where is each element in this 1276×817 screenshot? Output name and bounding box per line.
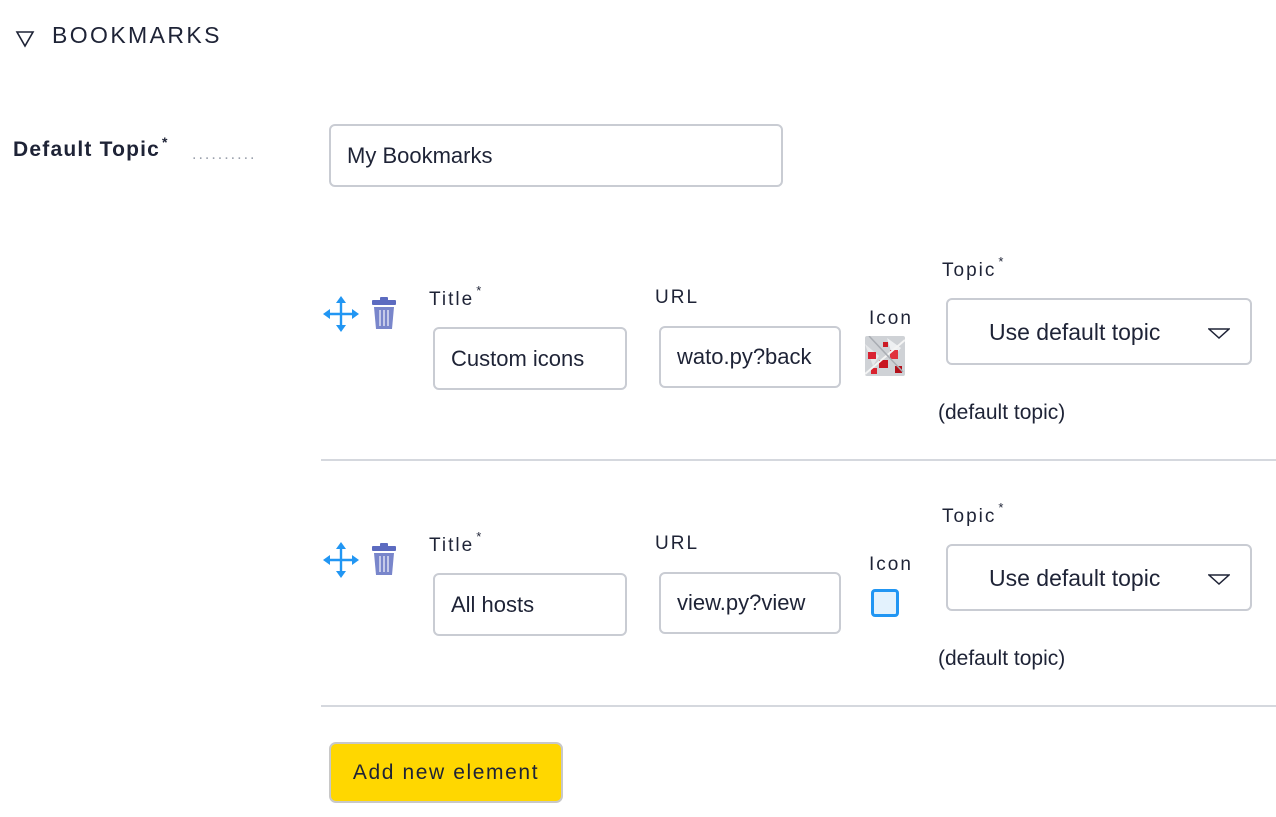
add-new-element-button[interactable]: Add new element xyxy=(329,742,563,803)
topic-select-value: Use default topic xyxy=(989,319,1161,345)
topic-label: Topic * xyxy=(942,254,1006,281)
default-topic-label: Default Topic * xyxy=(13,134,169,161)
move-icon[interactable] xyxy=(322,541,360,579)
section-title: BOOKMARKS xyxy=(52,22,222,48)
label-dots: .......... xyxy=(192,146,257,163)
title-label: Title * xyxy=(429,283,484,310)
topic-select-value: Use default topic xyxy=(989,565,1161,591)
row-divider xyxy=(321,459,1276,461)
title-label: Title * xyxy=(429,529,484,556)
topic-label: Topic * xyxy=(942,500,1006,527)
url-input[interactable] xyxy=(659,326,841,388)
move-icon[interactable] xyxy=(322,295,360,333)
empty-icon-selector[interactable] xyxy=(871,589,899,617)
row-divider xyxy=(321,705,1276,707)
topic-select[interactable]: Use default topic xyxy=(946,298,1252,365)
title-input[interactable] xyxy=(433,573,627,636)
topic-select[interactable]: Use default topic xyxy=(946,544,1252,611)
custom-icon-thumbnail[interactable] xyxy=(865,336,905,376)
default-topic-input[interactable] xyxy=(329,124,783,187)
icon-label: Icon xyxy=(869,308,913,329)
bookmarks-section-header[interactable]: BOOKMARKS xyxy=(14,22,222,49)
trash-icon[interactable] xyxy=(371,542,397,576)
default-topic-note: (default topic) xyxy=(938,401,1066,424)
url-label: URL xyxy=(655,287,700,308)
url-input[interactable] xyxy=(659,572,841,634)
triangle-down-icon xyxy=(15,30,35,48)
icon-label: Icon xyxy=(869,554,913,575)
chevron-down-icon xyxy=(1208,328,1230,340)
url-label: URL xyxy=(655,533,700,554)
default-topic-note: (default topic) xyxy=(938,647,1066,670)
image-icon xyxy=(865,336,905,376)
trash-icon[interactable] xyxy=(371,296,397,330)
title-input[interactable] xyxy=(433,327,627,390)
chevron-down-icon xyxy=(1208,574,1230,586)
